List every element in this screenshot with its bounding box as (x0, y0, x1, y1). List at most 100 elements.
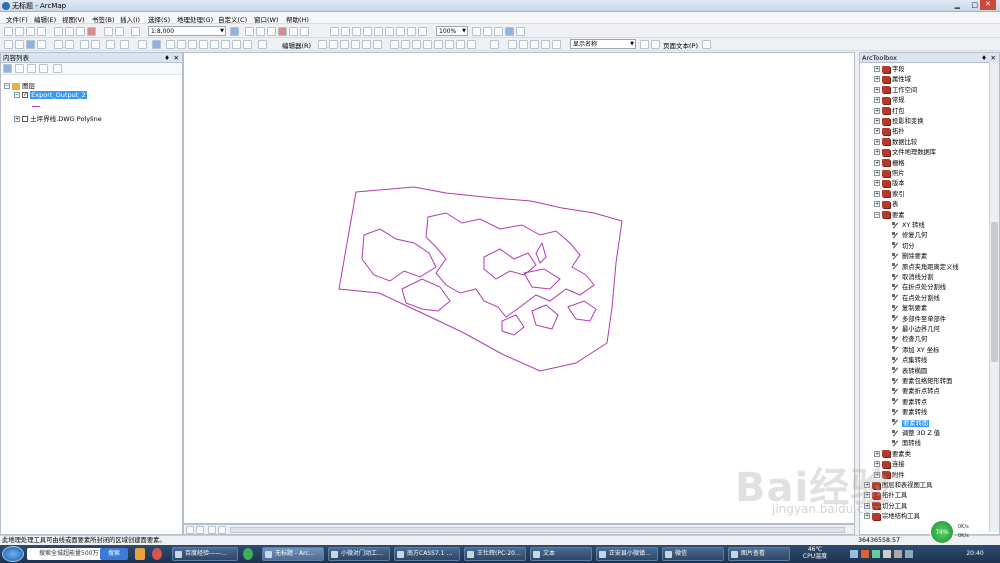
fixed-zoom-out2-icon[interactable] (65, 40, 74, 49)
tool-row-3[interactable]: 删除要素 (892, 252, 927, 262)
cut-icon[interactable] (54, 27, 63, 36)
toc-window-icon[interactable] (245, 27, 254, 36)
tool-row-15[interactable]: 要素包络矩形转面 (892, 377, 952, 387)
toolset-row-8[interactable]: + 文件地理数据库 (874, 148, 936, 158)
tool-row-14[interactable]: 表转椭圆 (892, 367, 927, 377)
tool-row-5[interactable]: 取消线分割 (892, 273, 933, 283)
task-baidu-jingyan[interactable]: 百度经验——… (172, 547, 238, 561)
pan-icon[interactable] (26, 40, 35, 49)
tray-flag-icon[interactable] (905, 550, 913, 558)
find-icon[interactable] (199, 40, 208, 49)
unplaced-labels-icon[interactable] (552, 40, 561, 49)
expand-icon[interactable]: + (874, 97, 880, 104)
tool-row-4[interactable]: 原点夹角距离定义线 (892, 263, 959, 273)
menu-customize[interactable]: 自定义(C) (218, 14, 247, 24)
list-by-source-icon[interactable] (15, 64, 24, 73)
editor-menu[interactable]: 编辑器(R) (282, 40, 311, 50)
tool-row-18[interactable]: 要素转线 (892, 408, 927, 418)
expand-icon[interactable]: + (874, 201, 880, 208)
task-arcmap[interactable]: 无标题 - Arc… (262, 547, 324, 561)
horizontal-scrollbar[interactable] (230, 527, 845, 533)
toolbar-options-icon[interactable] (702, 40, 711, 49)
point-icon[interactable] (373, 40, 382, 49)
layout-options-icon[interactable] (516, 27, 525, 36)
next-page-icon[interactable] (651, 40, 660, 49)
toc-options-icon[interactable] (53, 64, 62, 73)
split-tool-icon[interactable] (423, 40, 432, 49)
expand-icon[interactable]: + (874, 138, 880, 145)
refresh-icon[interactable] (208, 526, 216, 534)
label-weight-icon[interactable] (530, 40, 539, 49)
tool-row-9[interactable]: 多部件至单部件 (892, 315, 946, 325)
expand-icon[interactable]: + (14, 116, 20, 122)
menu-help[interactable]: 帮助(H) (286, 14, 309, 24)
create-viewer-icon[interactable] (243, 40, 252, 49)
expand-icon[interactable]: + (874, 66, 880, 72)
zoom-in-icon[interactable] (4, 40, 13, 49)
back-arrow-icon[interactable] (80, 40, 89, 49)
clock-time[interactable]: 20:40 (960, 550, 990, 557)
menu-bookmarks[interactable]: 书签(B) (92, 14, 115, 24)
toolset-row-13[interactable]: + 表 (874, 200, 898, 210)
sketch-properties-icon[interactable] (456, 40, 465, 49)
menu-insert[interactable]: 插入(I) (120, 14, 140, 24)
menu-file[interactable]: 文件(F) (6, 14, 28, 24)
lock-labels-icon[interactable] (541, 40, 550, 49)
toolset-row-5[interactable]: + 投影和变换 (874, 117, 923, 127)
tool-row-6[interactable]: 在折点处分割线 (892, 283, 946, 293)
pinned-360-icon[interactable] (243, 548, 253, 560)
layer-row-export-output[interactable]: − ✓ Export_Output_2 (14, 91, 87, 99)
tool-row-12[interactable]: 添加 XY 坐标 (892, 346, 939, 356)
layout-zoom-out-icon[interactable] (341, 27, 350, 36)
tool-row-13[interactable]: 点集转线 (892, 356, 927, 366)
layout-pan-icon[interactable] (352, 27, 361, 36)
editor-toolbar-icon[interactable] (230, 27, 239, 36)
add-data-icon[interactable] (131, 27, 140, 36)
expand-icon[interactable]: + (874, 107, 880, 114)
expand-icon[interactable]: + (874, 118, 880, 124)
scale-combo[interactable]: 1:8,000 ▼ (148, 26, 226, 36)
first-page-icon[interactable] (640, 40, 649, 49)
page-text-menu[interactable]: 页面文本(P) (663, 40, 698, 50)
focus-data-frame-icon[interactable] (483, 27, 492, 36)
edit-annotation-icon[interactable] (329, 40, 338, 49)
close-button[interactable]: ✕ (980, 0, 996, 10)
delete-icon[interactable] (87, 27, 96, 36)
expand-icon[interactable]: + (874, 149, 880, 156)
pinned-app-icon[interactable] (135, 548, 145, 560)
data-driven-pages-icon[interactable] (505, 27, 514, 36)
search-window-icon[interactable] (267, 27, 276, 36)
zoom-combo[interactable]: 100% ▼ (436, 26, 468, 36)
map-display[interactable] (183, 52, 855, 524)
tool-row-20[interactable]: 调整 3D Z 值 (892, 429, 940, 439)
modelbuilder-icon[interactable] (300, 27, 309, 36)
full-extent-icon[interactable] (37, 40, 46, 49)
layer-name-export-output[interactable]: Export_Output_2 (30, 91, 87, 99)
redo-icon[interactable] (115, 27, 124, 36)
expand-icon[interactable]: + (874, 190, 880, 197)
expand-icon[interactable]: + (874, 170, 880, 176)
tool-row-11[interactable]: 检查几何 (892, 335, 927, 345)
tool-row-19[interactable]: 要素转面 (892, 419, 930, 429)
pin-icon[interactable]: ♦ (164, 53, 170, 63)
menu-geoprocessing[interactable]: 地理处理(G) (177, 14, 213, 24)
task-text[interactable]: 文本 (530, 547, 592, 561)
menu-selection[interactable]: 选择(S) (148, 14, 170, 24)
tray-wechat-icon[interactable] (872, 550, 880, 558)
save-icon[interactable] (26, 27, 35, 36)
toolset-row-7[interactable]: + 数据比较 (874, 138, 917, 148)
forward-arrow-icon[interactable] (91, 40, 100, 49)
html-popup-icon[interactable] (177, 40, 186, 49)
geoprocessing-results-icon[interactable] (258, 40, 267, 49)
python-icon[interactable] (289, 27, 298, 36)
minimize-button[interactable]: ▁ (955, 1, 960, 9)
forward-extent-icon[interactable] (418, 27, 427, 36)
pause-drawing-icon[interactable] (218, 526, 226, 534)
data-view-icon[interactable] (186, 526, 194, 534)
task-xiaowei-door[interactable]: 小微对门动工… (328, 547, 390, 561)
paste-icon[interactable] (76, 27, 85, 36)
task-cass[interactable]: 南方CASS7.1 … (394, 547, 460, 561)
expand-icon[interactable]: + (874, 76, 880, 83)
tool-row-0[interactable]: XY 转线 (892, 221, 925, 231)
maximize-button[interactable]: □ (971, 1, 978, 9)
